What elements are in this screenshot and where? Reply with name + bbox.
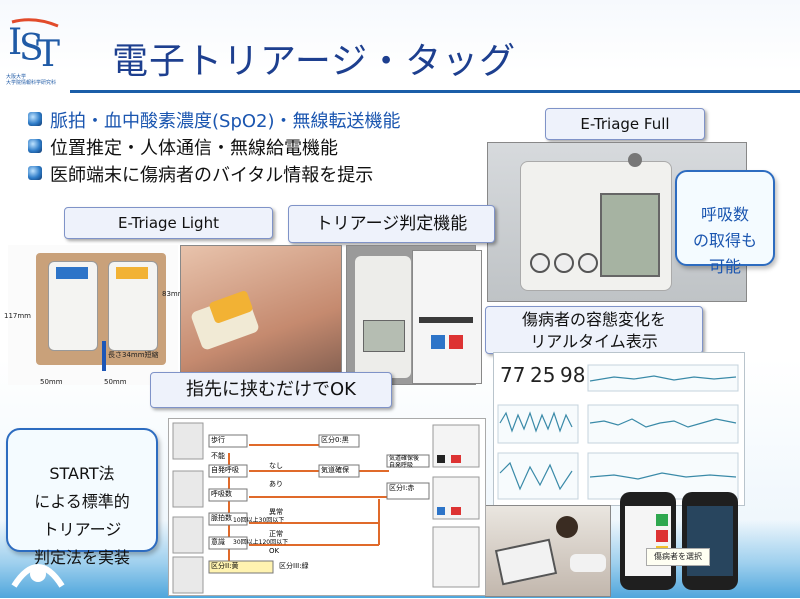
finger-photo (180, 245, 342, 387)
flow-node-unable: 不能 (211, 452, 225, 460)
triage-tag-photo (412, 250, 482, 384)
bullet-1: 脈拍・血中酸素濃度(SpO2)・無線転送機能 (50, 111, 401, 132)
flow-label-airway-breathing: 気道確保後 自発呼吸 (389, 455, 420, 469)
breath-count-text: 呼吸数 の取得も 可能 (692, 205, 757, 276)
select-patient-label: 傷病者を選択 (646, 548, 710, 566)
flow-node-category0: 区分0:黒 (321, 436, 349, 444)
flow-label-resp-range: 10回以上30回以下 (233, 517, 285, 524)
bullet-3: 医師端末に傷病者のバイタル情報を提示 (50, 165, 374, 186)
university-logo (8, 552, 68, 592)
university-logo-icon (11, 564, 65, 588)
triage-judgement-label: トリアージ判定機能 (288, 205, 495, 243)
bullet-2: 位置推定・人体通信・無線給電機能 (50, 138, 338, 159)
flow-node-airway: 気道確保 (321, 466, 349, 474)
phone-1 (620, 492, 676, 590)
dim-width-b-label: 50mm (104, 378, 127, 386)
dim-depth-label: 長さ34mm短縮 (108, 351, 159, 359)
patient-change-label: 傷病者の容態変化を リアルタイム表示 (485, 306, 703, 354)
vital-waveforms (497, 364, 739, 500)
start-flowchart: 歩行 不能 自発呼吸 呼吸数 脈拍数 意識 区分0:黒 気道確保 区分I:赤 区… (168, 418, 486, 596)
bullet-icon (28, 112, 42, 126)
page-title: 電子トリアージ・タッグ (112, 41, 517, 82)
svg-text:T: T (36, 34, 60, 74)
flow-node-pulse: 脈拍数 (211, 514, 232, 522)
flow-label-present: あり (269, 480, 283, 488)
vital-monitor-screen: 77 25 98 (493, 352, 745, 506)
start-method-callout: START法 による標準的 トリアージ 判定法を実装 (6, 428, 158, 567)
etriage-light-photo (8, 245, 178, 385)
flow-node-resp-rate: 呼吸数 (211, 490, 232, 498)
flow-label-ok: OK (269, 547, 280, 555)
tablet-photo (485, 505, 611, 597)
flow-node-consciousness: 意識 (211, 538, 225, 546)
phone-2 (682, 492, 738, 590)
dim-height-label: 117mm (4, 312, 31, 320)
title-rule (70, 90, 800, 93)
logo-mark: I S T (8, 18, 60, 75)
flow-node-walk: 歩行 (211, 436, 225, 444)
etriage-full-label: E-Triage Full (545, 108, 705, 140)
bullet-icon (28, 166, 42, 180)
flow-node-category3: 区分III:緑 (279, 562, 309, 570)
flow-node-category1: 区分I:赤 (389, 484, 415, 492)
finger-ok-label: 指先に挟むだけでOK (150, 372, 392, 408)
logo-subtext: 大阪大学 大学院情報科学研究科 (6, 74, 57, 86)
flow-label-none: なし (269, 462, 283, 470)
breath-count-callout: 呼吸数 の取得も 可能 (675, 170, 775, 276)
flow-label-pulse-range: 30回以上120回以下 (233, 539, 289, 546)
bullet-icon (28, 139, 42, 153)
etriage-light-label: E-Triage Light (64, 207, 273, 239)
dim-width-a-label: 50mm (40, 378, 63, 386)
flow-node-breathing: 自発呼吸 (211, 466, 239, 474)
flow-node-category2: 区分II:黄 (211, 562, 239, 570)
